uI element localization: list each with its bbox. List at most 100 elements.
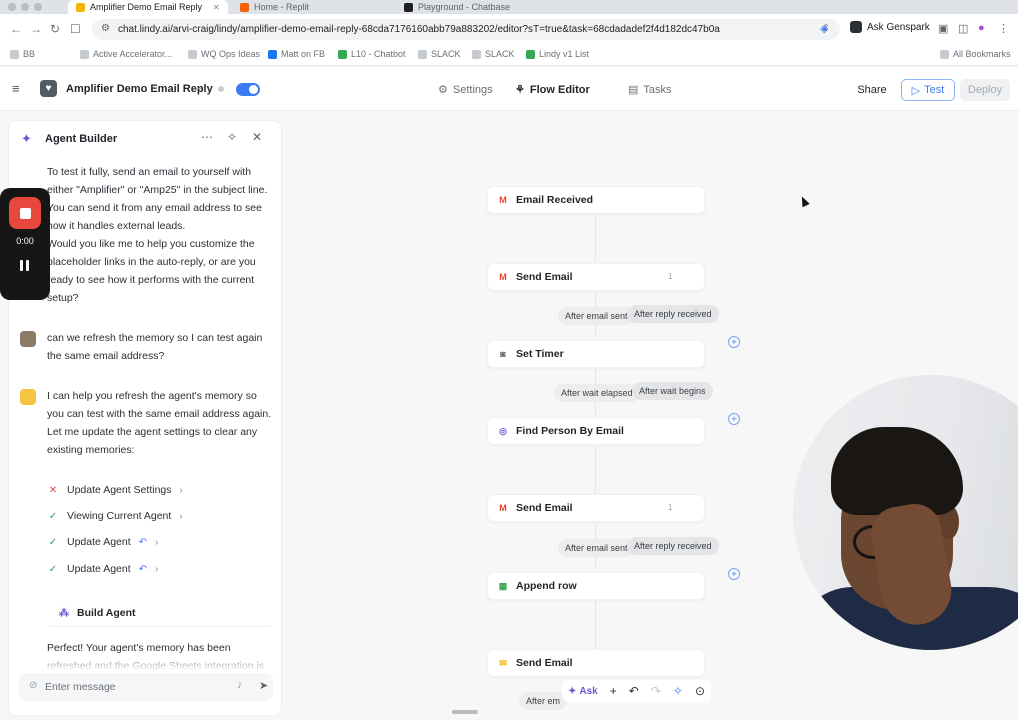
scrollbar-handle[interactable] <box>452 710 478 714</box>
tool-call-row[interactable]: ✓ Viewing Current Agent › <box>47 508 183 524</box>
close-icon[interactable]: ✕ <box>252 130 262 144</box>
agent-enabled-toggle[interactable] <box>236 83 260 96</box>
flow-node-send-email[interactable]: ✉ Send Email <box>487 649 705 677</box>
ask-button[interactable]: ✦ Ask <box>568 686 598 697</box>
genspark-button[interactable]: Ask Genspark <box>850 21 930 33</box>
branch-pill[interactable]: After email sent <box>558 539 635 557</box>
bookmark-item[interactable]: SLACK <box>472 49 515 59</box>
bookmark-item[interactable]: Lindy v1 List <box>526 49 589 59</box>
flow-node-set-timer[interactable]: ◙ Set Timer <box>487 340 705 368</box>
settings-icon: ⚙ <box>438 84 448 96</box>
fit-view-icon[interactable]: ⊙ <box>695 684 705 698</box>
stop-icon <box>19 207 31 219</box>
branch-pill[interactable]: After reply received <box>627 305 719 323</box>
profile-icon[interactable]: ● <box>978 22 985 34</box>
agent-avatar-icon: ♥ <box>40 80 57 97</box>
tab-label: Tasks <box>643 83 672 96</box>
pause-recording-button[interactable] <box>20 260 29 271</box>
branch-pill[interactable]: After email sent <box>558 307 635 325</box>
tab-label: Home - Replit <box>254 2 310 12</box>
back-icon[interactable]: ← <box>10 22 22 36</box>
undo-icon[interactable]: ↶ <box>629 684 639 698</box>
menu-icon[interactable]: ⋮ <box>998 22 1009 35</box>
microphone-icon[interactable]: ♪ <box>237 679 243 691</box>
window-controls[interactable] <box>8 3 42 11</box>
flow-node-append-row[interactable]: ▦ Append row <box>487 572 705 600</box>
flow-node-send-email[interactable]: M Send Email 1 <box>487 263 705 291</box>
bookmark-item[interactable]: Matt on FB <box>268 49 325 59</box>
add-icon[interactable]: + <box>610 684 617 698</box>
extension-icon[interactable]: ◈ <box>820 22 828 35</box>
flow-node-email-received[interactable]: M Email Received <box>487 186 705 214</box>
new-chat-icon[interactable]: ✧ <box>227 130 237 144</box>
forward-icon[interactable]: → <box>30 22 42 36</box>
sheets-icon: ▦ <box>498 580 508 591</box>
bookmark-label: SLACK <box>431 49 461 59</box>
undo-icon[interactable]: ↶ <box>139 564 147 575</box>
tab-flow-editor[interactable]: ⚘ Flow Editor <box>515 83 590 97</box>
tool-call-row[interactable]: ✓ Update Agent ↶ › <box>47 561 159 577</box>
branch-pill[interactable]: After wait elapsed <box>554 384 640 402</box>
extension-icon[interactable]: ▣ <box>938 22 948 35</box>
add-step-icon[interactable]: + <box>728 568 740 580</box>
chevron-right-icon: › <box>155 536 159 548</box>
close-tab-icon[interactable]: ✕ <box>213 3 220 12</box>
attach-icon[interactable]: ⊘ <box>29 680 37 691</box>
flow-node-send-email[interactable]: M Send Email 1 <box>487 494 705 522</box>
branch-pill[interactable]: After reply received <box>627 537 719 555</box>
url-field[interactable]: ⚙ chat.lindy.ai/arvi-craig/lindy/amplifi… <box>92 19 840 40</box>
bookmark-label: Lindy v1 List <box>539 49 590 59</box>
bookmark-label: BB <box>23 49 36 59</box>
bookmark-item[interactable]: SLACK <box>418 49 461 59</box>
branch-pill[interactable]: After wait begins <box>632 382 713 400</box>
browser-tab-active[interactable]: Amplifier Demo Email Reply ✕ <box>68 0 228 14</box>
bookmark-label: All Bookmarks <box>953 49 1011 59</box>
reload-icon[interactable]: ↻ <box>50 22 60 36</box>
sheets-icon <box>526 49 535 59</box>
message-composer: ⊘ ♪ ➤ <box>19 673 273 701</box>
send-icon[interactable]: ➤ <box>259 679 268 692</box>
tool-call-row[interactable]: ✕ Update Agent Settings › <box>47 482 183 498</box>
slack-icon <box>418 49 427 59</box>
build-icon: ⁂ <box>59 607 69 619</box>
redo-icon[interactable]: ↷ <box>651 684 661 698</box>
chevron-down-icon[interactable]: ⌄ <box>196 82 204 93</box>
user-message: can we refresh the memory so I can test … <box>47 332 263 362</box>
bookmark-label: WQ Ops Ideas <box>201 49 261 59</box>
auto-layout-icon[interactable]: ✧ <box>673 684 683 698</box>
flow-node-find-person[interactable]: ◎ Find Person By Email <box>487 417 705 445</box>
share-button[interactable]: Share <box>850 79 894 101</box>
tab-tasks[interactable]: ▤ Tasks <box>628 83 672 97</box>
stop-recording-button[interactable] <box>9 197 41 229</box>
bookmark-icon[interactable]: ☐ <box>70 22 81 36</box>
add-step-icon[interactable]: + <box>728 336 740 348</box>
browser-tab[interactable]: Playground - Chatbase <box>396 0 556 14</box>
browser-tab[interactable]: Home - Replit <box>232 0 392 14</box>
folder-icon <box>188 49 197 59</box>
mouse-cursor-icon <box>798 194 810 208</box>
user-avatar <box>20 331 36 347</box>
bookmark-item[interactable]: Active Accelerator... <box>80 49 172 59</box>
site-info-icon[interactable]: ⚙ <box>101 23 110 34</box>
message-input[interactable] <box>45 678 225 696</box>
genspark-icon <box>850 21 862 33</box>
tool-call-label: Viewing Current Agent <box>67 510 172 522</box>
menu-icon[interactable]: ≡ <box>12 81 20 96</box>
deploy-button[interactable]: Deploy <box>960 79 1010 101</box>
add-step-icon[interactable]: + <box>728 413 740 425</box>
bookmark-item[interactable]: WQ Ops Ideas <box>188 49 260 59</box>
bookmark-item[interactable]: BB <box>10 49 35 59</box>
agent-name[interactable]: Amplifier Demo Email Reply <box>66 83 213 95</box>
url-text: chat.lindy.ai/arvi-craig/lindy/amplifier… <box>118 24 720 35</box>
bookmark-item[interactable]: L10 - Chatbot <box>338 49 406 59</box>
tab-settings[interactable]: ⚙ Settings <box>438 83 493 97</box>
build-agent-block[interactable]: ⁂ Build Agent <box>49 599 271 627</box>
tool-call-row[interactable]: ✓ Update Agent ↶ › <box>47 534 159 550</box>
panel-header: ✦ Agent Builder ⋯ ✧ ✕ <box>9 121 281 157</box>
test-button[interactable]: ▷ Test <box>901 79 955 101</box>
more-icon[interactable]: ⋯ <box>201 130 213 144</box>
extension-icon[interactable]: ◫ <box>958 22 968 35</box>
all-bookmarks[interactable]: All Bookmarks <box>940 49 1011 59</box>
undo-icon[interactable]: ↶ <box>139 537 147 548</box>
branch-pill[interactable]: After em <box>519 692 568 710</box>
